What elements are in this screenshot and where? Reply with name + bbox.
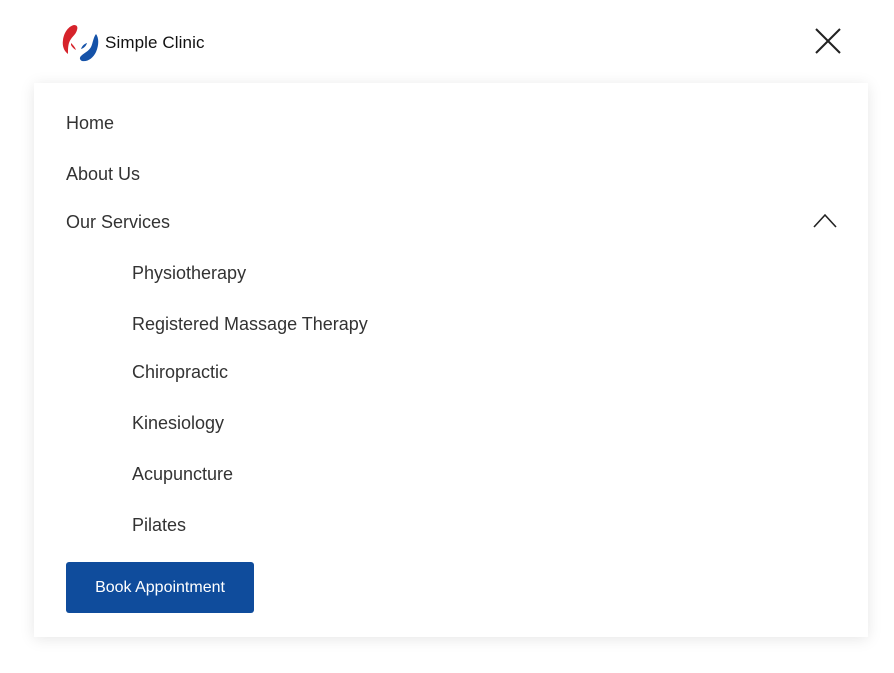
nav-item-home[interactable]: Home — [66, 114, 114, 132]
submenu-item-chiropractic[interactable]: Chiropractic — [132, 363, 228, 381]
site-header: Simple Clinic — [0, 0, 894, 80]
chevron-up-icon[interactable] — [812, 211, 838, 231]
submenu-item-acupuncture[interactable]: Acupuncture — [132, 465, 233, 483]
nav-item-our-services[interactable]: Our Services — [66, 213, 170, 231]
submenu-item-physiotherapy[interactable]: Physiotherapy — [132, 264, 246, 282]
nav-item-about-us[interactable]: About Us — [66, 165, 140, 183]
hands-logo-icon — [62, 25, 99, 62]
mobile-nav-menu: Home About Us Our Services Physiotherapy… — [34, 83, 868, 637]
book-appointment-button[interactable]: Book Appointment — [66, 562, 254, 613]
close-icon[interactable] — [812, 25, 844, 57]
submenu-item-kinesiology[interactable]: Kinesiology — [132, 414, 224, 432]
brand-name: Simple Clinic — [105, 33, 205, 52]
submenu-item-registered-massage-therapy[interactable]: Registered Massage Therapy — [132, 315, 368, 333]
brand-logo[interactable]: Simple Clinic — [60, 23, 205, 63]
submenu-item-pilates[interactable]: Pilates — [132, 516, 186, 534]
